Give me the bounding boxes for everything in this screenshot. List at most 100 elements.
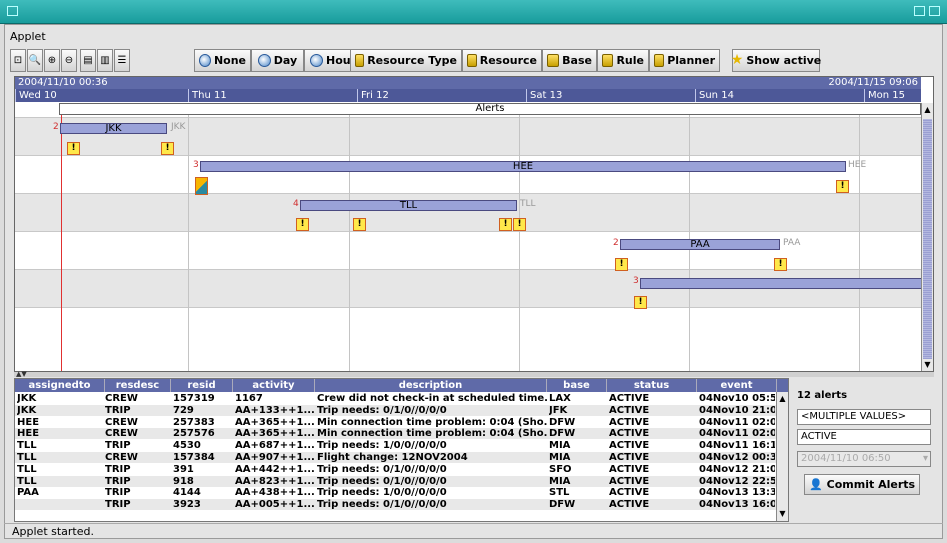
bar-count: 2 <box>613 238 619 248</box>
table-cell: 257576 <box>173 428 215 440</box>
base-button[interactable]: Base <box>542 49 597 72</box>
table-row[interactable]: HEE CREW 257576 AA+365++1... Min connection … <box>15 428 777 440</box>
table-row[interactable]: TLL TRIP 4530 AA+687++1... Trip needs: 1/0/0… <box>15 440 777 451</box>
warning-icon[interactable]: ! <box>67 142 80 155</box>
day-button[interactable]: Day <box>251 49 304 72</box>
table-cell: 918 <box>173 475 194 487</box>
table-cell: Trip needs: 0/1/0//0/0/0 <box>317 463 447 475</box>
status-field[interactable]: ACTIVE <box>797 429 931 445</box>
warning-icon[interactable]: ! <box>774 258 787 271</box>
table-cell: ACTIVE <box>609 416 650 428</box>
minimize-icon[interactable] <box>914 6 925 16</box>
edit-alert-icon[interactable] <box>195 177 208 195</box>
column-header[interactable]: assignedto <box>15 379 105 392</box>
table-row[interactable]: JKK TRIP 729 AA+133++1... Trip needs: 0/1/0/… <box>15 404 777 416</box>
activity-bar-jkk[interactable]: JKK <box>60 123 167 134</box>
table-row[interactable]: TLL TRIP 918 AA+823++1... Trip needs: 0/1/0/… <box>15 475 777 487</box>
fit-icon[interactable]: ⊡ <box>10 49 26 72</box>
collapse-icon[interactable]: ▥ <box>97 49 113 72</box>
table-cell: Trip needs: 0/1/0//0/0/0 <box>317 475 447 487</box>
scroll-down-icon[interactable]: ▼ <box>923 360 932 371</box>
table-cell: 257383 <box>173 416 215 428</box>
table-cell: JKK <box>17 393 37 404</box>
table-cell: 04Nov12 22:55 <box>699 475 775 487</box>
table-cell: 157384 <box>173 452 215 463</box>
table-cell: Min connection time problem: 0:04 (Sho..… <box>317 416 547 428</box>
zoom-out-icon[interactable]: ⊖ <box>61 49 77 72</box>
table-scrollbar[interactable]: ▲ ▼ <box>776 392 788 521</box>
column-header[interactable]: base <box>547 379 607 392</box>
show-active-button[interactable]: ★ Show active <box>731 49 821 72</box>
rule-button[interactable]: Rule <box>597 49 649 72</box>
scroll-down-icon[interactable]: ▼ <box>778 509 787 520</box>
warning-icon[interactable]: ! <box>296 218 309 231</box>
table-cell: TRIP <box>105 463 131 475</box>
clock-icon <box>257 54 271 67</box>
maximize-icon[interactable] <box>929 6 940 16</box>
table-row[interactable]: TLL TRIP 391 AA+442++1... Trip needs: 0/1/0/… <box>15 464 777 475</box>
table-row[interactable]: TLL CREW 157384 AA+907++1... Flight change: … <box>15 452 777 463</box>
window-menu-icon[interactable] <box>7 6 18 16</box>
table-cell: CREW <box>105 416 138 428</box>
column-header[interactable]: event <box>697 379 777 392</box>
scroll-thumb[interactable] <box>923 119 932 359</box>
resource-type-button[interactable]: Resource Type <box>350 49 462 72</box>
expand-icon[interactable]: ▤ <box>80 49 96 72</box>
timeline-day-header: Wed 10 Thu 11 Fri 12 Sat 13 Sun 14 Mon 1… <box>15 89 921 102</box>
planner-button[interactable]: Planner <box>649 49 720 72</box>
chart-icon <box>602 54 614 67</box>
none-button[interactable]: None <box>194 49 251 72</box>
column-header[interactable]: description <box>315 379 547 392</box>
activity-bar-paa[interactable]: PAA <box>620 239 780 250</box>
table-cell: 04Nov13 16:05 <box>699 499 775 511</box>
activity-bar-hee[interactable]: HEE <box>200 161 846 172</box>
warning-icon[interactable]: ! <box>499 218 512 231</box>
table-cell: DFW <box>549 428 576 440</box>
column-header[interactable]: resdesc <box>105 379 171 392</box>
warning-icon[interactable]: ! <box>615 258 628 271</box>
table-cell: Crew did not check-in at scheduled time.… <box>317 393 547 404</box>
scroll-up-icon[interactable]: ▲ <box>778 394 787 405</box>
warning-icon[interactable]: ! <box>513 218 526 231</box>
warning-icon[interactable]: ! <box>161 142 174 155</box>
timeline-scrollbar[interactable]: ▲ ▼ <box>921 103 933 371</box>
assigned-field[interactable]: <MULTIPLE VALUES> <box>797 409 931 425</box>
table-cell: 3923 <box>173 499 201 511</box>
commit-alerts-button[interactable]: 👤 Commit Alerts <box>804 474 920 495</box>
column-header[interactable]: resid <box>171 379 233 392</box>
table-row[interactable]: TRIP 3923 AA+005++1... Trip needs: 0/1/0//0… <box>15 499 777 511</box>
status-bar: Applet started. <box>4 523 943 539</box>
alert-count: 12 alerts <box>797 390 848 401</box>
activity-bar-tll[interactable]: TLL <box>300 200 517 211</box>
user-icon: 👤 <box>808 478 823 491</box>
column-header[interactable]: status <box>607 379 697 392</box>
split-divider[interactable]: ▲▼ <box>14 370 934 378</box>
table-cell: 04Nov10 21:00 <box>699 404 775 416</box>
bar-count: 3 <box>193 160 199 170</box>
table-cell: TLL <box>17 452 37 463</box>
table-row[interactable]: JKK CREW 157319 1167 Crew did not check-in a… <box>15 393 777 404</box>
date-value: 2004/11/10 06:50 <box>801 453 891 464</box>
day-label: Sun 14 <box>695 89 734 102</box>
activity-bar[interactable] <box>640 278 922 289</box>
warning-icon[interactable]: ! <box>634 296 647 309</box>
scroll-up-icon[interactable]: ▲ <box>923 105 932 116</box>
warning-icon[interactable]: ! <box>353 218 366 231</box>
table-cell: 04Nov10 05:50 <box>699 393 775 404</box>
table-cell: SFO <box>549 463 572 475</box>
list-icon[interactable]: ☰ <box>114 49 130 72</box>
timeline-panel[interactable]: 2004/11/10 00:36 2004/11/15 09:06 Wed 10… <box>14 76 934 372</box>
zoom-icon[interactable]: 🔍 <box>27 49 43 72</box>
table-row[interactable]: HEE CREW 257383 AA+365++1... Min connection … <box>15 417 777 428</box>
warning-icon[interactable]: ! <box>836 180 849 193</box>
resource-button[interactable]: Resource <box>462 49 542 72</box>
table-row[interactable]: PAA TRIP 4144 AA+438++1... Trip needs: 1/0/0… <box>15 487 777 498</box>
column-header[interactable]: activity <box>233 379 315 392</box>
zoom-in-icon[interactable]: ⊕ <box>44 49 60 72</box>
chart-icon <box>467 54 477 67</box>
clock-icon <box>199 54 211 67</box>
chart-icon <box>355 54 365 67</box>
table-cell: TLL <box>17 463 37 475</box>
applet-menu-label[interactable]: Applet <box>10 30 46 43</box>
table-cell: ACTIVE <box>609 475 650 487</box>
